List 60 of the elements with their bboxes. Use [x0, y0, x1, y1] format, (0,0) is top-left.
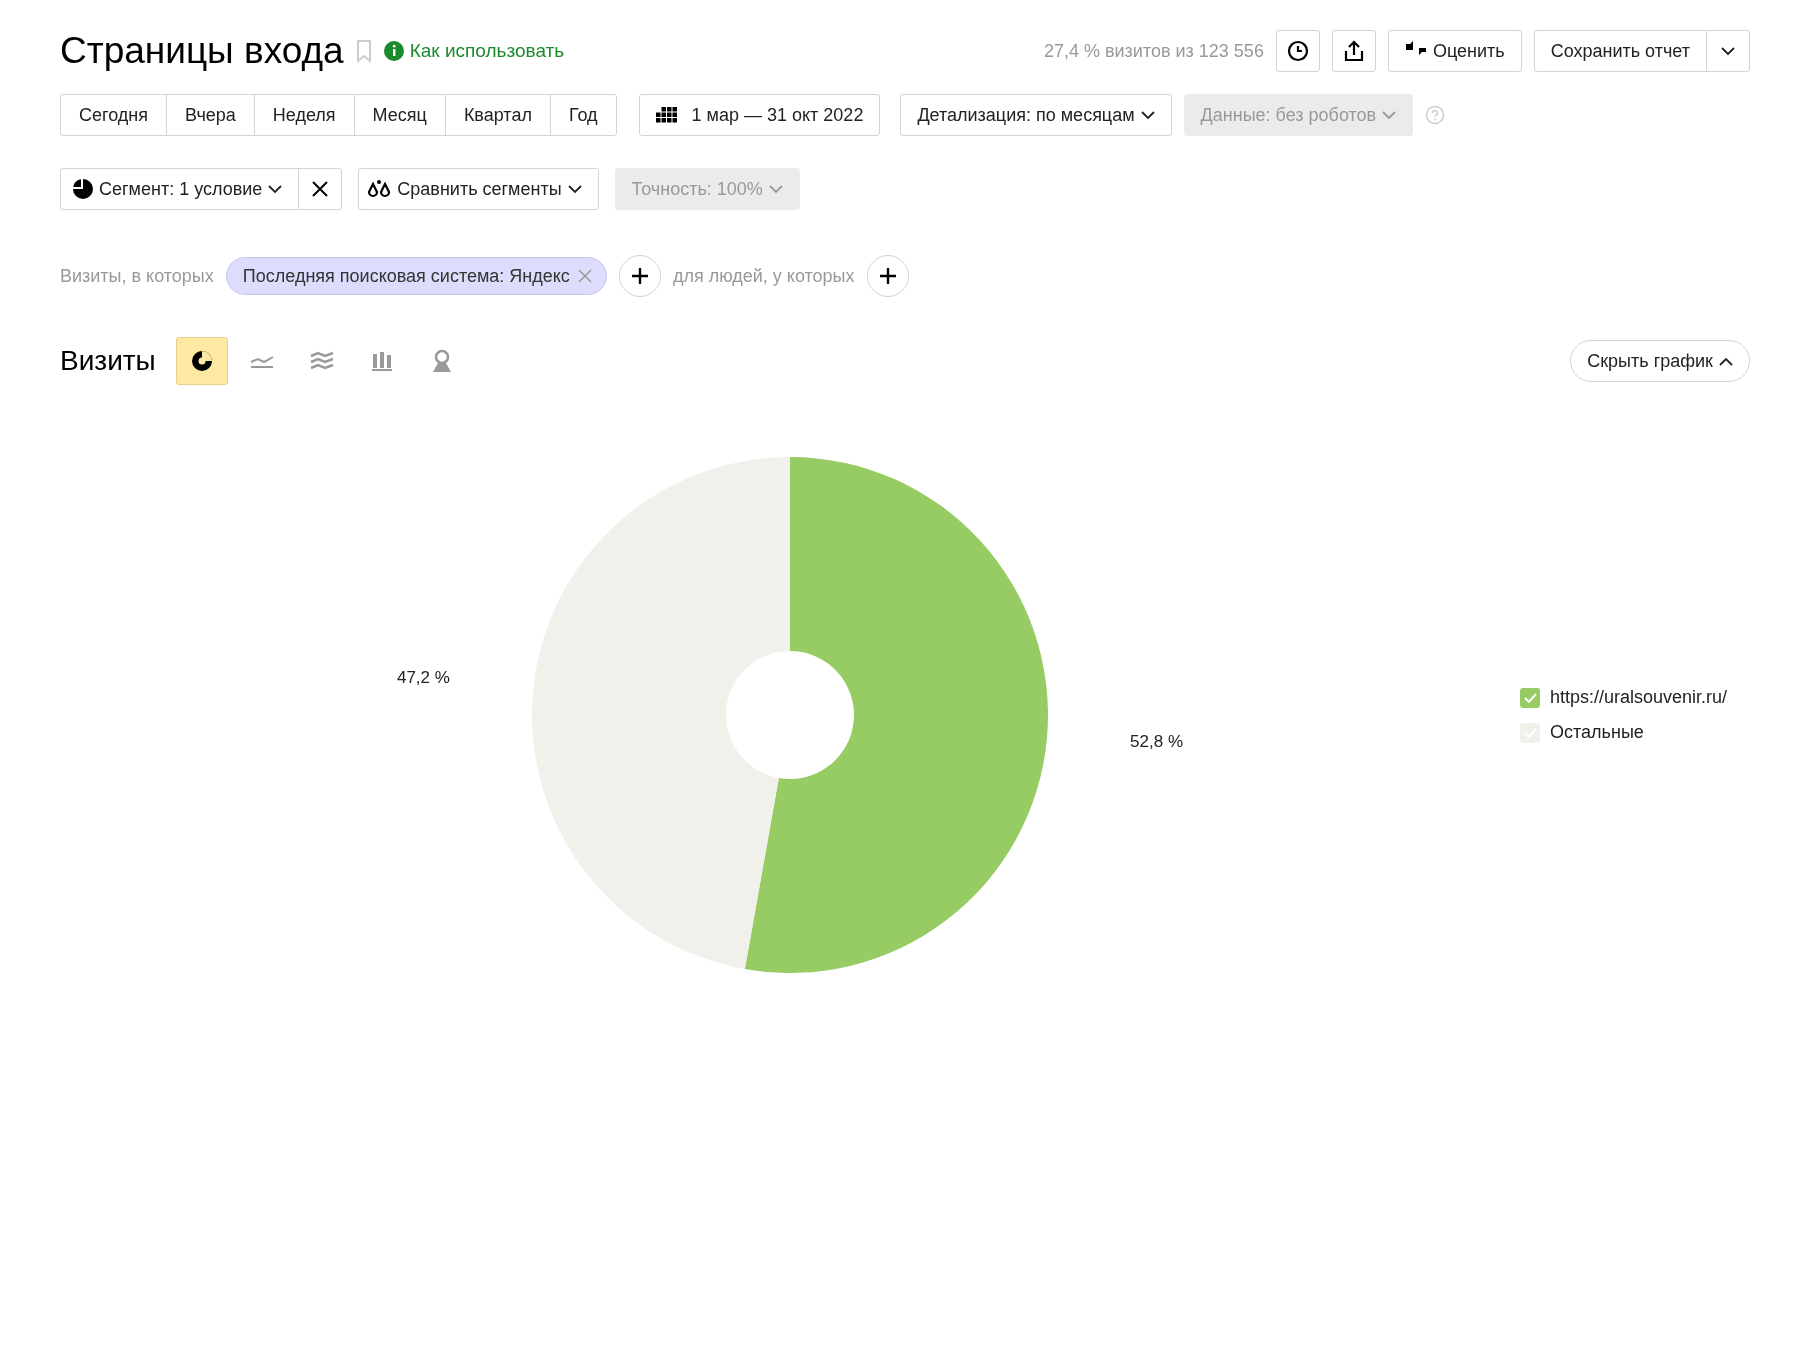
area-chart-icon	[309, 351, 334, 371]
chevron-icon	[567, 184, 582, 194]
hide-chart-button[interactable]: Скрыть график	[1570, 340, 1750, 382]
clear-segment-button[interactable]	[298, 168, 343, 210]
compare-segments-button[interactable]: Сравнить сегменты	[358, 168, 599, 210]
check-icon	[1523, 692, 1537, 703]
segment-dropdown[interactable]: Сегмент: 1 условие	[60, 168, 300, 210]
period-tab[interactable]: Год	[549, 94, 617, 136]
chevron-icon	[1721, 46, 1735, 56]
chevron-icon	[1719, 356, 1733, 366]
add-condition-button[interactable]	[866, 255, 909, 297]
map-pin-icon	[430, 349, 453, 373]
condition-tag[interactable]: Последняя поисковая система: Яндекс	[225, 257, 607, 295]
legend-checkbox[interactable]	[1520, 687, 1540, 708]
drops-icon	[367, 179, 392, 199]
share-icon	[1343, 40, 1364, 62]
rate-button[interactable]: Оценить	[1387, 30, 1522, 72]
legend-label: Остальные	[1550, 722, 1644, 743]
visits-share-text: 27,4 % визитов из 123 556	[1043, 40, 1264, 62]
pie-icon	[73, 179, 93, 199]
legend-item[interactable]: Остальные	[1520, 722, 1750, 743]
bar-chart-icon	[369, 350, 394, 372]
legend-label: https://uralsouvenir.ru/	[1550, 687, 1728, 708]
period-tab[interactable]: Сегодня	[60, 94, 167, 136]
chevron-icon	[1140, 110, 1155, 120]
info-icon	[383, 41, 404, 61]
help-link[interactable]: Как использовать	[383, 40, 565, 62]
calendar-icon	[655, 107, 678, 123]
chevron-icon	[768, 184, 783, 194]
clock-icon	[1286, 40, 1309, 62]
period-tab[interactable]: Квартал	[444, 94, 551, 136]
detail-dropdown[interactable]: Детализация: по месяцам	[900, 94, 1172, 136]
line-chart-icon	[249, 353, 274, 369]
condition-label: Визиты, в которых	[60, 265, 214, 287]
legend-item[interactable]: https://uralsouvenir.ru/	[1520, 687, 1750, 708]
export-button[interactable]	[1331, 30, 1376, 72]
slice-value-label: 47,2 %	[396, 667, 450, 687]
close-icon[interactable]	[577, 269, 592, 283]
date-range-button[interactable]: 1 мар — 31 окт 2022	[638, 94, 881, 136]
period-tab[interactable]: Вчера	[166, 94, 255, 136]
section-title: Визиты	[60, 345, 156, 377]
period-tab[interactable]: Неделя	[253, 94, 355, 136]
close-icon	[312, 181, 329, 197]
save-options-button[interactable]	[1706, 30, 1750, 72]
chart-type-button[interactable]	[175, 337, 228, 385]
slice-value-label: 52,8 %	[1130, 732, 1184, 752]
condition-tag-text: Последняя поисковая система: Яндекс	[242, 265, 570, 287]
history-button[interactable]	[1275, 30, 1320, 72]
condition-label: для людей, у которых	[672, 265, 855, 287]
page-title: Страницы входа	[60, 30, 344, 72]
plus-icon	[878, 267, 897, 285]
chevron-icon	[1382, 110, 1397, 120]
save-report-button[interactable]: Сохранить отчет	[1533, 30, 1707, 72]
pie-chart-icon	[189, 349, 214, 373]
add-condition-button[interactable]	[618, 255, 661, 297]
help-icon[interactable]	[1425, 105, 1446, 125]
chevron-icon	[268, 184, 283, 194]
bookmark-icon[interactable]	[355, 39, 372, 63]
plus-icon	[630, 267, 649, 285]
period-tab[interactable]: Месяц	[353, 94, 446, 136]
